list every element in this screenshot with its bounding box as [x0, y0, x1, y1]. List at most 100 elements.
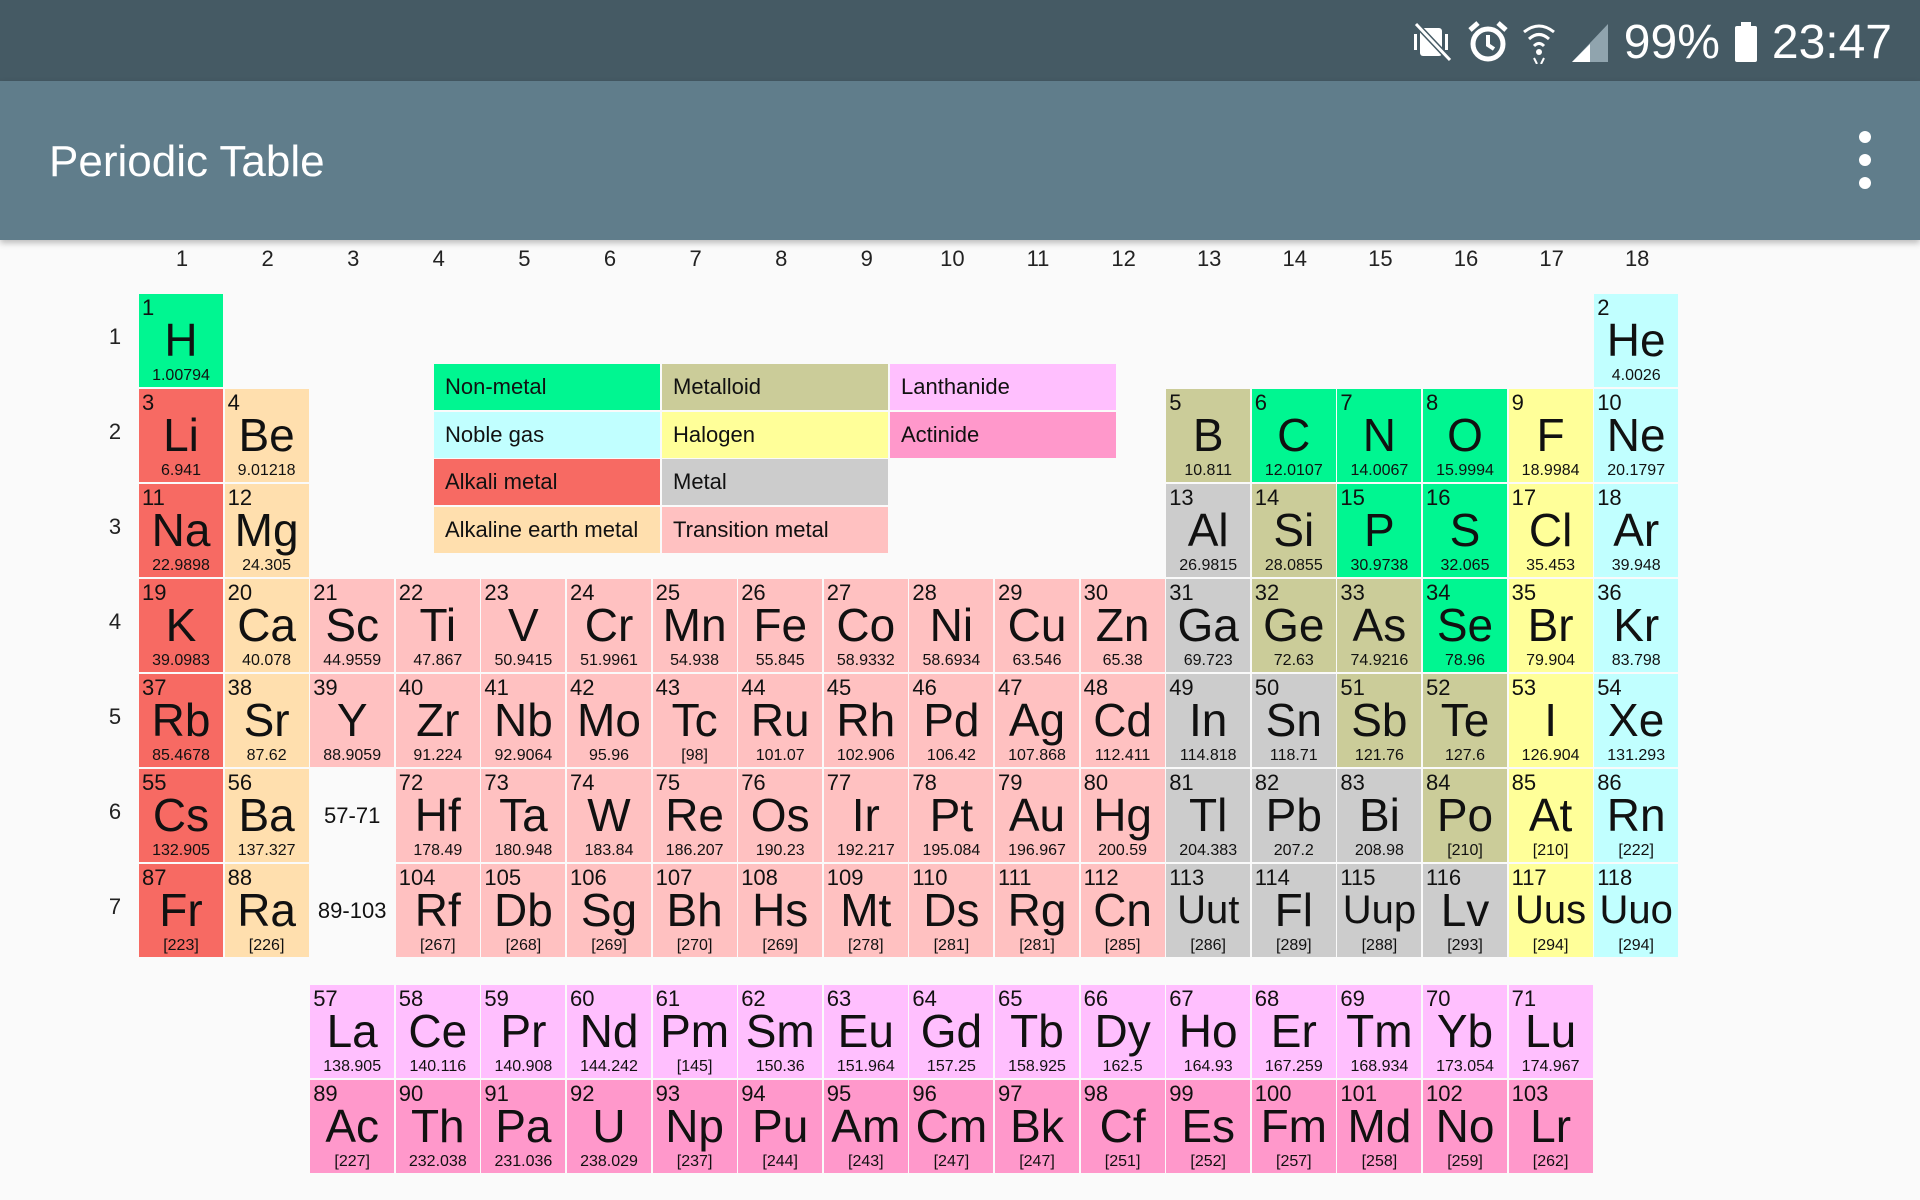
element-cell-cl[interactable]: 17Cl35.453	[1509, 484, 1593, 577]
element-cell-sg[interactable]: 106Sg[269]	[567, 864, 651, 957]
element-cell-rf[interactable]: 104Rf[267]	[396, 864, 480, 957]
element-cell-c[interactable]: 6C12.0107	[1252, 389, 1336, 482]
element-cell-s[interactable]: 16S32.065	[1423, 484, 1507, 577]
element-cell-ni[interactable]: 28Ni58.6934	[909, 579, 993, 672]
element-cell-hs[interactable]: 108Hs[269]	[738, 864, 822, 957]
element-cell-er[interactable]: 68Er167.259	[1252, 985, 1336, 1078]
element-cell-ne[interactable]: 10Ne20.1797	[1594, 389, 1678, 482]
element-cell-k[interactable]: 19K39.0983	[139, 579, 223, 672]
element-cell-rn[interactable]: 86Rn[222]	[1594, 769, 1678, 862]
element-cell-yb[interactable]: 70Yb173.054	[1423, 985, 1507, 1078]
element-cell-ga[interactable]: 31Ga69.723	[1166, 579, 1250, 672]
element-cell-re[interactable]: 75Re186.207	[653, 769, 737, 862]
element-cell-pm[interactable]: 61Pm[145]	[653, 985, 737, 1078]
element-cell-nd[interactable]: 60Nd144.242	[567, 985, 651, 1078]
element-cell-lv[interactable]: 116Lv[293]	[1423, 864, 1507, 957]
element-cell-bi[interactable]: 83Bi208.98	[1337, 769, 1421, 862]
element-cell-la[interactable]: 57La138.905	[310, 985, 394, 1078]
element-cell-bh[interactable]: 107Bh[270]	[653, 864, 737, 957]
element-cell-md[interactable]: 101Md[258]	[1337, 1080, 1421, 1173]
element-cell-tb[interactable]: 65Tb158.925	[995, 985, 1079, 1078]
element-cell-hg[interactable]: 80Hg200.59	[1081, 769, 1165, 862]
element-cell-v[interactable]: 23V50.9415	[481, 579, 565, 672]
element-cell-pt[interactable]: 78Pt195.084	[909, 769, 993, 862]
element-cell-ce[interactable]: 58Ce140.116	[396, 985, 480, 1078]
element-cell-fe[interactable]: 26Fe55.845	[738, 579, 822, 672]
element-cell-mt[interactable]: 109Mt[278]	[824, 864, 908, 957]
element-cell-si[interactable]: 14Si28.0855	[1252, 484, 1336, 577]
element-cell-u[interactable]: 92U238.029	[567, 1080, 651, 1173]
element-cell-xe[interactable]: 54Xe131.293	[1594, 674, 1678, 767]
element-cell-uuo[interactable]: 118Uuo[294]	[1594, 864, 1678, 957]
element-cell-cd[interactable]: 48Cd112.411	[1081, 674, 1165, 767]
element-cell-he[interactable]: 2He4.0026	[1594, 294, 1678, 387]
element-cell-dy[interactable]: 66Dy162.5	[1081, 985, 1165, 1078]
element-cell-ir[interactable]: 77Ir192.217	[824, 769, 908, 862]
element-cell-h[interactable]: 1H1.00794	[139, 294, 223, 387]
element-cell-w[interactable]: 74W183.84	[567, 769, 651, 862]
element-cell-as[interactable]: 33As74.9216	[1337, 579, 1421, 672]
element-cell-f[interactable]: 9F18.9984	[1509, 389, 1593, 482]
element-cell-rh[interactable]: 45Rh102.906	[824, 674, 908, 767]
element-cell-kr[interactable]: 36Kr83.798	[1594, 579, 1678, 672]
element-cell-au[interactable]: 79Au196.967	[995, 769, 1079, 862]
element-cell-n[interactable]: 7N14.0067	[1337, 389, 1421, 482]
element-cell-pr[interactable]: 59Pr140.908	[481, 985, 565, 1078]
element-cell-zn[interactable]: 30Zn65.38	[1081, 579, 1165, 672]
element-cell-ti[interactable]: 22Ti47.867	[396, 579, 480, 672]
element-cell-ru[interactable]: 44Ru101.07	[738, 674, 822, 767]
element-cell-na[interactable]: 11Na22.9898	[139, 484, 223, 577]
element-cell-fm[interactable]: 100Fm[257]	[1252, 1080, 1336, 1173]
element-cell-eu[interactable]: 63Eu151.964	[824, 985, 908, 1078]
element-cell-al[interactable]: 13Al26.9815	[1166, 484, 1250, 577]
element-cell-y[interactable]: 39Y88.9059	[310, 674, 394, 767]
element-cell-in[interactable]: 49In114.818	[1166, 674, 1250, 767]
element-cell-np[interactable]: 93Np[237]	[653, 1080, 737, 1173]
element-cell-pa[interactable]: 91Pa231.036	[481, 1080, 565, 1173]
element-cell-es[interactable]: 99Es[252]	[1166, 1080, 1250, 1173]
element-cell-ag[interactable]: 47Ag107.868	[995, 674, 1079, 767]
element-cell-p[interactable]: 15P30.9738	[1337, 484, 1421, 577]
element-cell-th[interactable]: 90Th232.038	[396, 1080, 480, 1173]
element-cell-cf[interactable]: 98Cf[251]	[1081, 1080, 1165, 1173]
element-cell-cn[interactable]: 112Cn[285]	[1081, 864, 1165, 957]
element-cell-pb[interactable]: 82Pb207.2	[1252, 769, 1336, 862]
element-cell-ta[interactable]: 73Ta180.948	[481, 769, 565, 862]
element-cell-b[interactable]: 5B10.811	[1166, 389, 1250, 482]
element-cell-se[interactable]: 34Se78.96	[1423, 579, 1507, 672]
element-cell-ca[interactable]: 20Ca40.078	[225, 579, 309, 672]
element-cell-tc[interactable]: 43Tc[98]	[653, 674, 737, 767]
element-cell-hf[interactable]: 72Hf178.49	[396, 769, 480, 862]
element-cell-zr[interactable]: 40Zr91.224	[396, 674, 480, 767]
element-cell-te[interactable]: 52Te127.6	[1423, 674, 1507, 767]
element-cell-sc[interactable]: 21Sc44.9559	[310, 579, 394, 672]
element-cell-ba[interactable]: 56Ba137.327	[225, 769, 309, 862]
element-cell-be[interactable]: 4Be9.01218	[225, 389, 309, 482]
element-cell-br[interactable]: 35Br79.904	[1509, 579, 1593, 672]
element-cell-uut[interactable]: 113Uut[286]	[1166, 864, 1250, 957]
element-cell-ac[interactable]: 89Ac[227]	[310, 1080, 394, 1173]
element-cell-fr[interactable]: 87Fr[223]	[139, 864, 223, 957]
element-cell-pd[interactable]: 46Pd106.42	[909, 674, 993, 767]
element-cell-uus[interactable]: 117Uus[294]	[1509, 864, 1593, 957]
element-cell-mo[interactable]: 42Mo95.96	[567, 674, 651, 767]
element-cell-ho[interactable]: 67Ho164.93	[1166, 985, 1250, 1078]
element-cell-am[interactable]: 95Am[243]	[824, 1080, 908, 1173]
element-cell-o[interactable]: 8O15.9994	[1423, 389, 1507, 482]
element-cell-db[interactable]: 105Db[268]	[481, 864, 565, 957]
element-cell-gd[interactable]: 64Gd157.25	[909, 985, 993, 1078]
element-cell-pu[interactable]: 94Pu[244]	[738, 1080, 822, 1173]
element-cell-fl[interactable]: 114Fl[289]	[1252, 864, 1336, 957]
element-cell-po[interactable]: 84Po[210]	[1423, 769, 1507, 862]
element-cell-tm[interactable]: 69Tm168.934	[1337, 985, 1421, 1078]
element-cell-mn[interactable]: 25Mn54.938	[653, 579, 737, 672]
element-cell-lu[interactable]: 71Lu174.967	[1509, 985, 1593, 1078]
element-cell-mg[interactable]: 12Mg24.305	[225, 484, 309, 577]
element-cell-rb[interactable]: 37Rb85.4678	[139, 674, 223, 767]
element-cell-sr[interactable]: 38Sr87.62	[225, 674, 309, 767]
element-cell-os[interactable]: 76Os190.23	[738, 769, 822, 862]
element-cell-li[interactable]: 3Li6.941	[139, 389, 223, 482]
element-cell-lr[interactable]: 103Lr[262]	[1509, 1080, 1593, 1173]
element-cell-i[interactable]: 53I126.904	[1509, 674, 1593, 767]
element-cell-cu[interactable]: 29Cu63.546	[995, 579, 1079, 672]
